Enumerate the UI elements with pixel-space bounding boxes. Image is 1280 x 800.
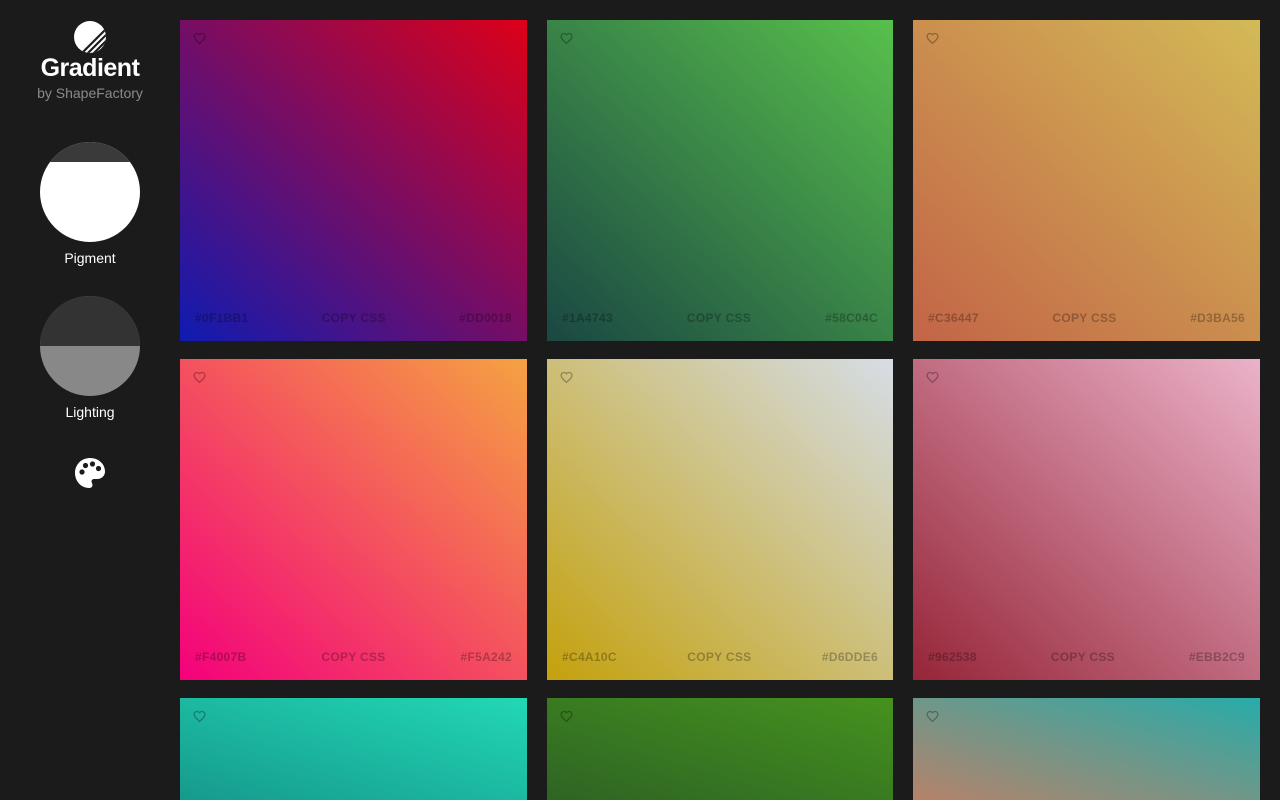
color-end-hex[interactable]: #58C04C bbox=[825, 311, 878, 325]
palette-icon[interactable] bbox=[73, 456, 107, 490]
lighting-mode-button[interactable]: Lighting bbox=[40, 296, 140, 420]
heart-icon[interactable] bbox=[560, 371, 573, 384]
heart-icon[interactable] bbox=[193, 371, 206, 384]
card-footer: #C4A10C COPY CSS #D6DDE6 bbox=[562, 650, 878, 664]
copy-css-button[interactable]: COPY CSS bbox=[687, 650, 751, 664]
color-end-hex[interactable]: #D3BA56 bbox=[1190, 311, 1245, 325]
gradient-card[interactable]: #1A4743 COPY CSS #58C04C bbox=[547, 20, 893, 341]
heart-icon[interactable] bbox=[560, 32, 573, 45]
gradient-card[interactable]: #F4007B COPY CSS #F5A242 bbox=[180, 359, 527, 680]
heart-icon[interactable] bbox=[926, 32, 939, 45]
color-start-hex[interactable]: #C4A10C bbox=[562, 650, 617, 664]
color-end-hex[interactable]: #F5A242 bbox=[461, 650, 512, 664]
copy-css-button[interactable]: COPY CSS bbox=[687, 311, 751, 325]
gradient-card[interactable]: #962538 COPY CSS #EBB2C9 bbox=[913, 359, 1260, 680]
brand-subtitle: by ShapeFactory bbox=[37, 85, 143, 101]
copy-css-button[interactable]: COPY CSS bbox=[322, 311, 386, 325]
pigment-label: Pigment bbox=[64, 250, 116, 266]
pigment-mode-button[interactable]: Pigment bbox=[40, 142, 140, 266]
gradient-card[interactable]: #C4A10C COPY CSS #D6DDE6 bbox=[547, 359, 893, 680]
color-start-hex[interactable]: #0F1BB1 bbox=[195, 311, 248, 325]
copy-css-button[interactable]: COPY CSS bbox=[321, 650, 385, 664]
lighting-icon bbox=[40, 296, 140, 396]
heart-icon[interactable] bbox=[193, 710, 206, 723]
gradient-card[interactable] bbox=[913, 698, 1260, 800]
sidebar: Gradient by ShapeFactory Pigment Lightin… bbox=[0, 0, 180, 800]
gradient-card[interactable] bbox=[180, 698, 527, 800]
card-footer: #C36447 COPY CSS #D3BA56 bbox=[928, 311, 1245, 325]
color-start-hex[interactable]: #962538 bbox=[928, 650, 977, 664]
heart-icon[interactable] bbox=[193, 32, 206, 45]
card-footer: #F4007B COPY CSS #F5A242 bbox=[195, 650, 512, 664]
heart-icon[interactable] bbox=[926, 710, 939, 723]
color-start-hex[interactable]: #F4007B bbox=[195, 650, 246, 664]
color-end-hex[interactable]: #D6DDE6 bbox=[822, 650, 878, 664]
card-footer: #0F1BB1 COPY CSS #DD0018 bbox=[195, 311, 512, 325]
app: Gradient by ShapeFactory Pigment Lightin… bbox=[0, 0, 1280, 800]
gradient-card[interactable] bbox=[547, 698, 893, 800]
diagonal-stripes-circle-icon[interactable] bbox=[73, 20, 107, 54]
card-footer: #1A4743 COPY CSS #58C04C bbox=[562, 311, 878, 325]
pigment-icon bbox=[40, 142, 140, 242]
heart-icon[interactable] bbox=[560, 710, 573, 723]
copy-css-button[interactable]: COPY CSS bbox=[1051, 650, 1115, 664]
gradient-card[interactable]: #0F1BB1 COPY CSS #DD0018 bbox=[180, 20, 527, 341]
color-start-hex[interactable]: #C36447 bbox=[928, 311, 979, 325]
color-end-hex[interactable]: #DD0018 bbox=[459, 311, 512, 325]
lighting-label: Lighting bbox=[65, 404, 115, 420]
color-end-hex[interactable]: #EBB2C9 bbox=[1189, 650, 1245, 664]
color-start-hex[interactable]: #1A4743 bbox=[562, 311, 613, 325]
copy-css-button[interactable]: COPY CSS bbox=[1052, 311, 1116, 325]
brand-title: Gradient bbox=[40, 54, 140, 82]
heart-icon[interactable] bbox=[926, 371, 939, 384]
gradient-card[interactable]: #C36447 COPY CSS #D3BA56 bbox=[913, 20, 1260, 341]
card-footer: #962538 COPY CSS #EBB2C9 bbox=[928, 650, 1245, 664]
